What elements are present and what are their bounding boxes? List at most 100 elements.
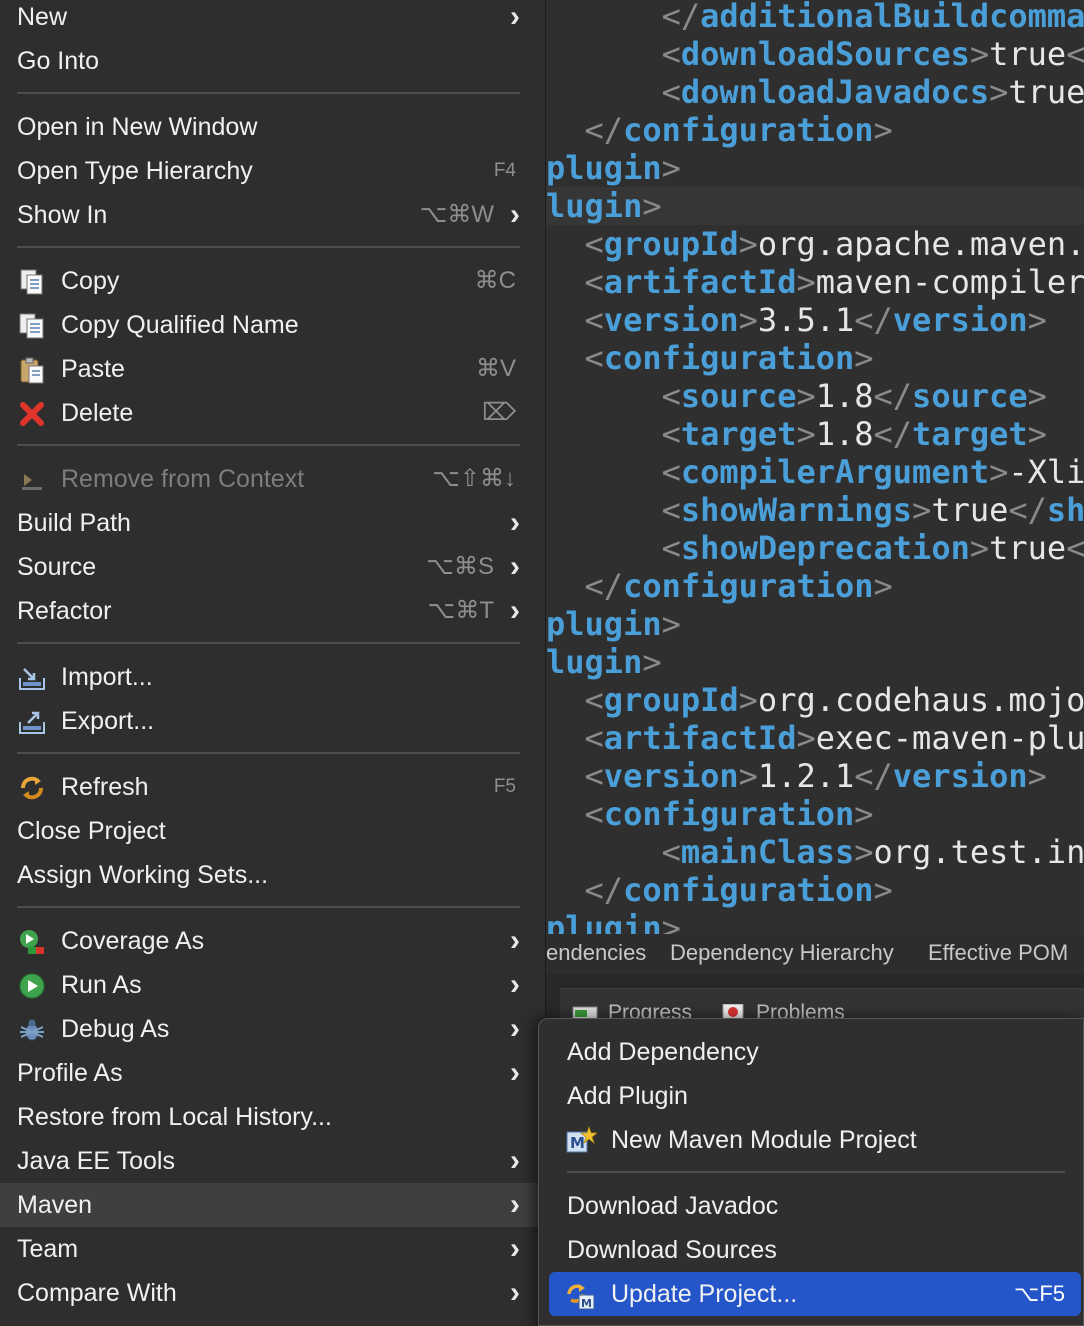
menu-item-label: Run As — [61, 971, 142, 999]
xml-tag-name: plugin — [546, 605, 662, 643]
menu-item-copy[interactable]: Copy ⌘C — [0, 259, 538, 303]
menu-item-assign-working-sets[interactable]: Assign Working Sets... — [0, 853, 538, 897]
xml-tag-name: version — [892, 301, 1028, 339]
xml-value: true — [989, 529, 1067, 567]
menu-item-team[interactable]: Team › — [0, 1227, 538, 1271]
code-line[interactable]: <configuration> — [546, 795, 874, 833]
menu-item-add-dependency[interactable]: Add Dependency — [549, 1030, 1081, 1074]
menu-item-label: Compare With — [17, 1279, 177, 1307]
menu-item-run-as[interactable]: Run As › — [0, 963, 538, 1007]
menu-item-new[interactable]: New › — [0, 0, 538, 39]
menu-item-update-project[interactable]: M Update Project... ⌥F5 — [549, 1272, 1081, 1316]
xml-value: true — [931, 491, 1009, 529]
code-line[interactable]: <configuration> — [546, 339, 874, 377]
code-line[interactable]: <mainClass>org.test.in — [546, 833, 1084, 871]
code-line[interactable]: lugin> — [546, 643, 662, 681]
tab-dependencies[interactable]: endencies — [546, 940, 646, 966]
xml-punctuation: > — [738, 225, 758, 263]
xml-value: org.test.in — [873, 833, 1084, 871]
xml-tag-name: showWarnings — [680, 491, 913, 529]
menu-item-profile-as[interactable]: Profile As › — [0, 1051, 538, 1095]
xml-tag-name: plugin — [546, 149, 662, 187]
xml-tag-name: groupId — [603, 681, 739, 719]
code-line[interactable]: <compilerArgument>-Xli — [546, 453, 1084, 491]
menu-item-coverage-as[interactable]: Coverage As › — [0, 919, 538, 963]
menu-separator — [17, 906, 520, 908]
menu-item-add-plugin[interactable]: Add Plugin — [549, 1074, 1081, 1118]
xml-punctuation: </ — [854, 757, 893, 795]
menu-item-refresh[interactable]: Refresh F5 — [0, 765, 538, 809]
code-line[interactable]: <artifactId>maven-compiler — [546, 263, 1084, 301]
xml-punctuation: > — [1027, 301, 1047, 339]
paste-icon — [20, 357, 44, 384]
code-line[interactable]: lugin> — [546, 187, 662, 225]
menu-item-label: Update Project... — [611, 1280, 798, 1308]
menu-item-new-maven-module-project[interactable]: M New Maven Module Project — [549, 1118, 1081, 1162]
code-line[interactable]: plugin> — [546, 605, 681, 643]
menu-item-close-project[interactable]: Close Project — [0, 809, 538, 853]
menu-item-copy-qualified-name[interactable]: Copy Qualified Name — [0, 303, 538, 347]
code-line[interactable]: <groupId>org.codehaus.mojo — [546, 681, 1084, 719]
menu-item-show-in[interactable]: Show In ⌥⌘W › — [0, 193, 538, 237]
code-line[interactable]: <downloadJavadocs>true — [546, 73, 1084, 111]
menu-item-delete[interactable]: Delete ⌦ — [0, 391, 538, 435]
code-line[interactable]: <version>3.5.1</version> — [546, 301, 1047, 339]
menu-item-import[interactable]: Import... — [0, 655, 538, 699]
menu-item-download-sources[interactable]: Download Sources — [549, 1228, 1081, 1272]
pom-xml-editor[interactable]: </additionalBuildcomma <downloadSources>… — [546, 0, 1084, 934]
code-line[interactable]: </configuration> — [546, 871, 893, 909]
code-line[interactable]: <source>1.8</source> — [546, 377, 1047, 415]
tab-dependency-hierarchy[interactable]: Dependency Hierarchy — [670, 940, 894, 966]
xml-value: 1.8 — [815, 377, 874, 415]
menu-item-java-ee-tools[interactable]: Java EE Tools › — [0, 1139, 538, 1183]
menu-item-go-into[interactable]: Go Into — [0, 39, 538, 83]
menu-item-maven[interactable]: Maven › — [0, 1183, 538, 1227]
code-line[interactable]: </additionalBuildcomma — [546, 0, 1084, 35]
xml-punctuation: </ — [1008, 491, 1047, 529]
menu-separator — [17, 246, 520, 248]
menu-item-export[interactable]: Export... — [0, 699, 538, 743]
menu-item-open-type-hierarchy[interactable]: Open Type Hierarchy F4 — [0, 149, 538, 193]
menu-item-refactor[interactable]: Refactor ⌥⌘T › — [0, 589, 538, 633]
menu-item-compare-with[interactable]: Compare With › — [0, 1271, 538, 1315]
xml-punctuation: > — [873, 567, 893, 605]
menu-item-label: Assign Working Sets... — [17, 861, 269, 889]
code-line[interactable]: </configuration> — [546, 567, 893, 605]
xml-punctuation: < — [584, 795, 604, 833]
menu-item-label: Download Javadoc — [567, 1192, 779, 1220]
xml-value: org.apache.maven. — [757, 225, 1084, 263]
menu-separator — [17, 642, 520, 644]
tab-effective-pom[interactable]: Effective POM — [928, 940, 1068, 966]
menu-item-debug-as[interactable]: Debug As › — [0, 1007, 538, 1051]
menu-item-open-in-new-window[interactable]: Open in New Window — [0, 105, 538, 149]
code-line[interactable]: plugin> — [546, 909, 681, 934]
code-line[interactable]: <target>1.8</target> — [546, 415, 1047, 453]
menu-item-restore-from-local-history[interactable]: Restore from Local History... — [0, 1095, 538, 1139]
code-line[interactable]: <showDeprecation>true< — [546, 529, 1084, 567]
code-line[interactable]: </configuration> — [546, 111, 893, 149]
xml-punctuation: > — [1027, 377, 1047, 415]
submenu-arrow-icon: › — [510, 1144, 520, 1177]
context-menu: New › Go Into Open in New Window Open Ty… — [0, 0, 546, 1326]
code-line[interactable]: plugin> — [546, 149, 681, 187]
xml-punctuation: > — [661, 605, 681, 643]
menu-item-label: Refresh — [61, 773, 149, 801]
code-line[interactable]: <downloadSources>true< — [546, 35, 1084, 73]
xml-punctuation: > — [796, 377, 816, 415]
menu-item-source[interactable]: Source ⌥⌘S › — [0, 545, 538, 589]
code-line[interactable]: <version>1.2.1</version> — [546, 757, 1047, 795]
menu-item-build-path[interactable]: Build Path › — [0, 501, 538, 545]
menu-item-download-javadoc[interactable]: Download Javadoc — [549, 1184, 1081, 1228]
maven-submenu: Add Dependency Add Plugin M New Maven Mo… — [538, 1018, 1084, 1326]
xml-punctuation: > — [989, 73, 1009, 111]
submenu-arrow-icon: › — [510, 924, 520, 957]
code-line[interactable]: <artifactId>exec-maven-plu — [546, 719, 1084, 757]
xml-tag-name: target — [912, 415, 1028, 453]
code-line[interactable]: <showWarnings>true</sh — [546, 491, 1084, 529]
menu-item-paste[interactable]: Paste ⌘V — [0, 347, 538, 391]
xml-punctuation: > — [661, 909, 681, 934]
code-line[interactable]: <groupId>org.apache.maven. — [546, 225, 1084, 263]
